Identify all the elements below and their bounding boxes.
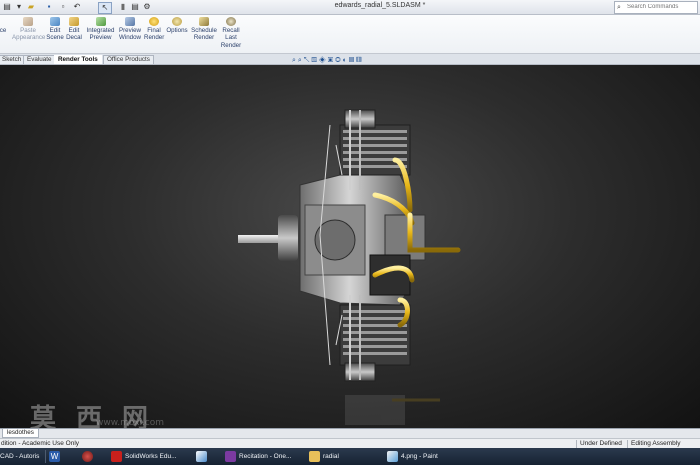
status-divider	[576, 440, 577, 448]
paste-appearance-label-2: Appearance	[12, 34, 46, 42]
taskbar-item-app[interactable]	[82, 449, 100, 464]
schedule-render-icon	[199, 17, 209, 26]
paste-appearance-icon	[23, 17, 33, 26]
taskbar-item-solidworks[interactable]: SolidWorks Edu...	[111, 449, 187, 464]
taskbar-item-autocad[interactable]: CAD - Autoris	[0, 449, 44, 464]
recall-last-render-button[interactable]: Recall Last Render	[220, 17, 242, 49]
edit-scene-label-2: Scene	[46, 34, 64, 42]
app-icon	[196, 450, 207, 462]
integrated-preview-button[interactable]: Integrated Preview	[85, 17, 116, 42]
taskbar-item-label: SolidWorks Edu...	[125, 453, 177, 460]
schedule-render-button[interactable]: Schedule Render	[191, 17, 217, 42]
status-divider	[627, 440, 628, 448]
tab-lesdothes[interactable]: lesdothes	[2, 429, 39, 438]
command-ribbon: ce Paste Appearance Edit Scene Edit Deca…	[0, 15, 700, 54]
schedule-render-label: Schedule	[191, 27, 217, 34]
edit-decal-label: Edit	[68, 27, 80, 34]
bottom-tabs: lesdothes	[0, 428, 700, 438]
ribbon-item-label: ce	[0, 27, 7, 34]
edit-scene-button[interactable]: Edit Scene	[45, 17, 65, 42]
title-bar: ▤ ▾ ▰ ▪ ▫ ↶ ↖ ▮ ▤ ⚙ edwards_radial_5.SLD…	[0, 0, 700, 15]
options-button[interactable]: Options	[166, 17, 188, 34]
word-icon: W	[49, 450, 60, 462]
paint-icon	[387, 450, 398, 462]
rear-housing	[384, 214, 426, 261]
recall-last-render-label-2: Last	[225, 34, 237, 42]
taskbar-item-folder[interactable]: radial	[309, 449, 379, 464]
prop-hub	[278, 215, 298, 261]
schedule-render-label-2: Render	[193, 34, 215, 42]
taskbar-item-label: Recitation - One...	[239, 453, 292, 460]
search-input[interactable]	[627, 3, 691, 11]
preview-window-button[interactable]: Preview Window	[118, 17, 142, 42]
final-render-icon	[149, 17, 159, 26]
undo-icon[interactable]: ↶	[72, 2, 82, 12]
preview-window-icon	[125, 17, 135, 26]
tab-sketch[interactable]: Sketch	[0, 55, 26, 64]
taskbar: CAD - Autoris W SolidWorks Edu... Recita…	[0, 448, 700, 465]
preview-window-label-2: Window	[118, 34, 141, 42]
edit-decal-label-2: Decal	[66, 34, 82, 42]
tab-evaluate[interactable]: Evaluate	[23, 55, 56, 64]
view-settings-icon[interactable]: ▥	[356, 57, 363, 64]
graphics-viewport[interactable]	[0, 65, 700, 428]
edit-scene-label: Edit	[49, 27, 61, 34]
floor-reflection	[345, 395, 440, 425]
rebuild-icon[interactable]: ▮	[118, 2, 128, 12]
render-options-icon	[172, 17, 182, 26]
tab-office-products[interactable]: Office Products	[103, 55, 154, 64]
select-icon[interactable]: ↖	[98, 2, 112, 14]
final-render-label: Final	[147, 27, 161, 34]
integrated-preview-label: Integrated	[86, 27, 115, 34]
search-box[interactable]: ⌕	[614, 1, 698, 14]
section-view-icon[interactable]: ▧	[311, 57, 318, 64]
integrated-preview-icon	[95, 17, 106, 26]
radial-engine-model[interactable]	[0, 65, 700, 428]
save-icon[interactable]: ▪	[44, 2, 54, 12]
onenote-icon	[225, 450, 236, 462]
recall-last-render-label-3: Render	[220, 41, 242, 49]
view-orientation-icon[interactable]: ◈	[319, 57, 328, 64]
taskbar-item-app2[interactable]	[196, 449, 214, 464]
preview-window-label: Preview	[118, 27, 141, 34]
new-file-icon[interactable]: ▤	[2, 2, 12, 12]
search-icon: ⌕	[617, 4, 621, 11]
options-label: Options	[166, 27, 188, 34]
edit-decal-icon	[69, 17, 79, 26]
final-render-label-2: Render	[144, 34, 165, 42]
folder-icon	[309, 450, 320, 462]
open-file-icon[interactable]: ▾	[14, 2, 24, 12]
recall-last-render-label: Recall	[222, 27, 240, 34]
appearance-icon	[0, 17, 8, 26]
file-properties-icon[interactable]: ▤	[130, 2, 140, 12]
globe-icon	[82, 450, 93, 462]
open-folder-icon[interactable]: ▰	[26, 2, 36, 12]
heads-up-view-toolbar[interactable]: ⌕⌕↖▧◈▣◎◐▤▥	[292, 57, 364, 65]
options-icon[interactable]: ⚙	[142, 2, 152, 12]
taskbar-item-paint[interactable]: 4.png - Paint	[387, 449, 463, 464]
taskbar-item-label: CAD - Autoris	[0, 453, 40, 460]
taskbar-item-word[interactable]: W	[49, 449, 67, 464]
integrated-preview-label-2: Preview	[89, 34, 112, 42]
paste-appearance-label: Paste	[20, 27, 36, 34]
taskbar-divider	[45, 450, 46, 463]
ribbon-item-appearance[interactable]: ce	[0, 17, 8, 34]
solidworks-icon	[111, 450, 122, 462]
recall-render-icon	[226, 17, 236, 26]
paste-appearance-button[interactable]: Paste Appearance	[12, 17, 46, 42]
watermark-url: www.moxi.com	[96, 418, 165, 428]
hide-show-icon[interactable]: ◎	[335, 57, 343, 64]
taskbar-item-label: radial	[323, 453, 339, 460]
taskbar-item-onenote[interactable]: Recitation - One...	[225, 449, 301, 464]
tab-render-tools[interactable]: Render Tools	[54, 55, 102, 64]
display-style-icon[interactable]: ▣	[328, 57, 335, 64]
lower-cylinder	[339, 295, 411, 382]
propeller-shaft	[238, 235, 283, 243]
document-title: edwards_radial_5.SLDASM *	[334, 2, 426, 9]
edit-decal-button[interactable]: Edit Decal	[66, 17, 82, 42]
edit-scene-icon	[50, 17, 60, 26]
taskbar-item-label: 4.png - Paint	[401, 453, 438, 460]
print-icon[interactable]: ▫	[58, 2, 68, 12]
final-render-button[interactable]: Final Render	[144, 17, 164, 42]
